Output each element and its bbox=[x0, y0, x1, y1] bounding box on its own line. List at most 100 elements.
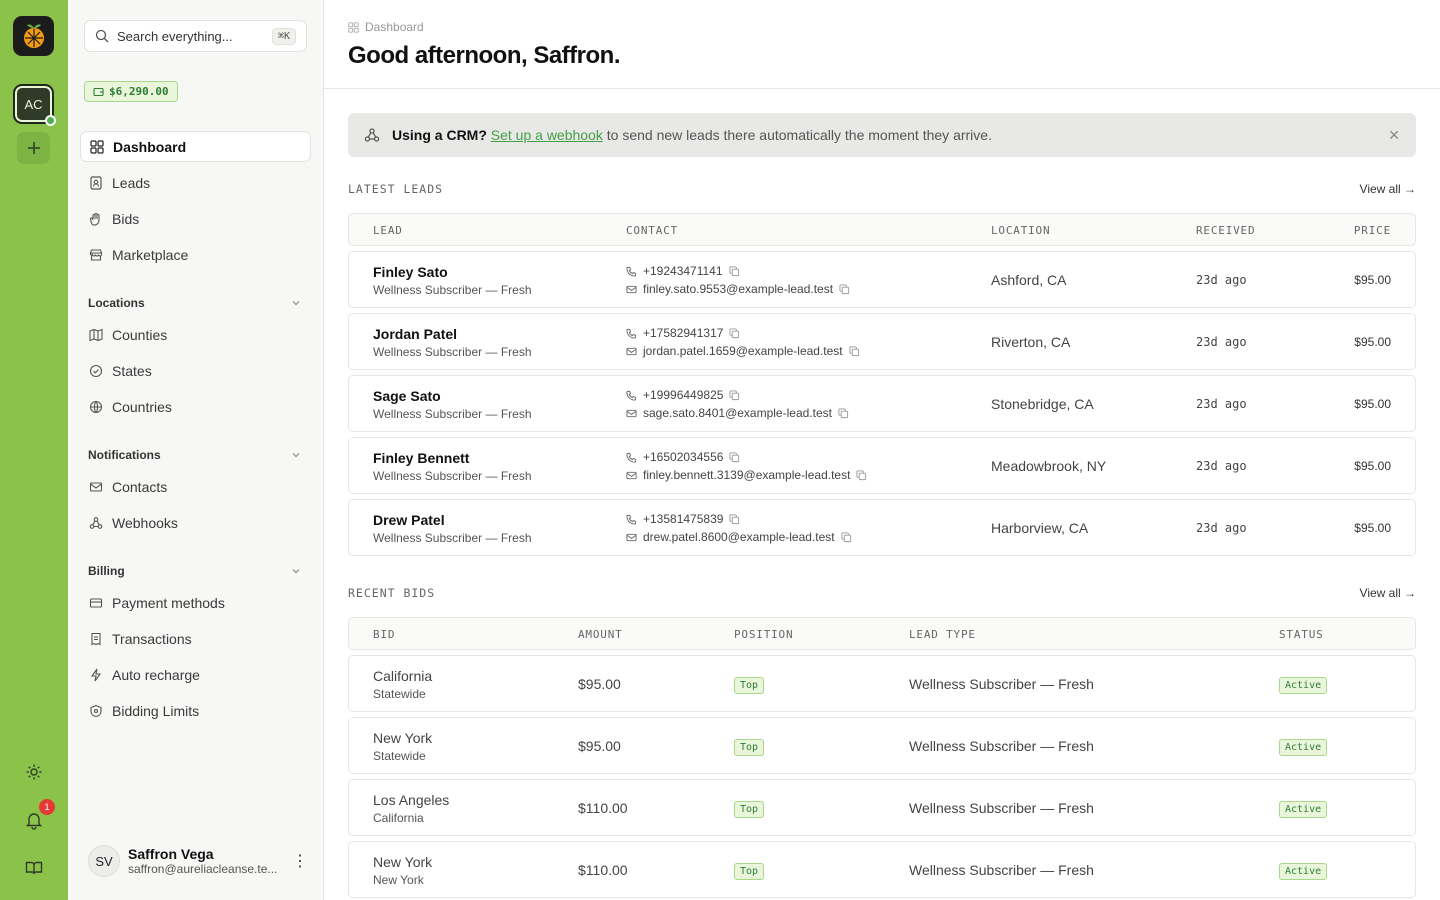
mail-icon bbox=[626, 533, 637, 541]
nav-contacts[interactable]: Contacts bbox=[80, 471, 311, 502]
column-header[interactable]: LEAD bbox=[373, 224, 403, 237]
lead-name[interactable]: Jordan Patel bbox=[373, 326, 532, 342]
docs-button[interactable] bbox=[22, 856, 46, 880]
mail-icon bbox=[626, 409, 637, 417]
column-header[interactable]: PRICE bbox=[1354, 224, 1391, 237]
column-header[interactable]: POSITION bbox=[734, 628, 793, 641]
lead-phone[interactable]: +19243471141 bbox=[643, 264, 723, 278]
copy-icon[interactable] bbox=[729, 327, 740, 339]
search-icon bbox=[95, 29, 109, 43]
bid-name[interactable]: New York bbox=[373, 730, 432, 746]
lead-name[interactable]: Finley Bennett bbox=[373, 450, 532, 466]
column-header[interactable]: CONTACT bbox=[626, 224, 678, 237]
nav-countries[interactable]: Countries bbox=[80, 391, 311, 422]
copy-icon[interactable] bbox=[849, 345, 860, 357]
search-input[interactable]: Search everything... bbox=[117, 29, 233, 44]
nav-bids[interactable]: Bids bbox=[80, 203, 311, 234]
column-header[interactable]: AMOUNT bbox=[578, 628, 623, 641]
bid-name[interactable]: New York bbox=[373, 854, 432, 870]
breadcrumb-item[interactable]: Dashboard bbox=[365, 20, 424, 34]
copy-icon[interactable] bbox=[841, 531, 852, 543]
lead-email[interactable]: finley.sato.9553@example-lead.test bbox=[643, 282, 833, 296]
recent-bids-title: RECENT BIDS bbox=[348, 586, 436, 600]
table-row[interactable]: Finley Bennett Wellness Subscriber — Fre… bbox=[348, 437, 1416, 494]
table-row[interactable]: California Statewide $95.00 Top Wellness… bbox=[348, 655, 1416, 712]
section-locations-toggle[interactable]: Locations bbox=[88, 296, 302, 310]
contact-cell: +19996449825 sage.sato.8401@example-lead… bbox=[626, 386, 849, 422]
page-header: Dashboard Good afternoon, Saffron. bbox=[324, 0, 1440, 89]
bid-scope: Statewide bbox=[373, 687, 426, 701]
lead-phone[interactable]: +17582941317 bbox=[643, 326, 723, 340]
copy-icon[interactable] bbox=[729, 513, 740, 525]
copy-icon[interactable] bbox=[856, 469, 867, 481]
lead-phone[interactable]: +19996449825 bbox=[643, 388, 723, 402]
close-icon[interactable]: ✕ bbox=[1388, 127, 1400, 144]
nav-auto-recharge[interactable]: Auto recharge bbox=[80, 659, 311, 690]
column-header[interactable]: BID bbox=[373, 628, 395, 641]
copy-icon[interactable] bbox=[838, 407, 849, 419]
section-notifications-toggle[interactable]: Notifications bbox=[88, 448, 302, 462]
more-options-icon[interactable]: ⋮ bbox=[292, 851, 308, 871]
status-badge: Active bbox=[1279, 801, 1328, 818]
copy-icon[interactable] bbox=[839, 283, 850, 295]
bid-name[interactable]: Los Angeles bbox=[373, 792, 449, 808]
lead-cell: Drew Patel Wellness Subscriber — Fresh bbox=[373, 512, 532, 545]
webhook-icon bbox=[89, 516, 103, 529]
contact-cell: +19243471141 finley.sato.9553@example-le… bbox=[626, 262, 850, 298]
table-row[interactable]: Sage Sato Wellness Subscriber — Fresh +1… bbox=[348, 375, 1416, 432]
copy-icon[interactable] bbox=[728, 265, 740, 277]
nav-marketplace[interactable]: Marketplace bbox=[80, 239, 311, 270]
nav-transactions[interactable]: Transactions bbox=[80, 623, 311, 654]
add-workspace-button[interactable] bbox=[17, 132, 50, 164]
table-row[interactable]: Jordan Patel Wellness Subscriber — Fresh… bbox=[348, 313, 1416, 370]
receipt-icon bbox=[91, 632, 101, 645]
nav-leads[interactable]: Leads bbox=[80, 167, 311, 198]
table-row[interactable]: New York Statewide $95.00 Top Wellness S… bbox=[348, 717, 1416, 774]
lead-phone[interactable]: +13581475839 bbox=[643, 512, 723, 526]
bid-scope: New York bbox=[373, 873, 424, 887]
lead-cell: Sage Sato Wellness Subscriber — Fresh bbox=[373, 388, 532, 421]
lead-location: Harborview, CA bbox=[991, 520, 1089, 536]
lead-email[interactable]: drew.patel.8600@example-lead.test bbox=[643, 530, 835, 544]
setup-webhook-link[interactable]: Set up a webhook bbox=[491, 127, 603, 143]
lead-email[interactable]: jordan.patel.1659@example-lead.test bbox=[643, 344, 843, 358]
phone-icon bbox=[626, 390, 637, 401]
search-bar[interactable]: Search everything... ⌘K bbox=[84, 20, 307, 52]
bid-scope: Statewide bbox=[373, 749, 426, 763]
table-row[interactable]: Los Angeles California $110.00 Top Welln… bbox=[348, 779, 1416, 836]
lead-name[interactable]: Drew Patel bbox=[373, 512, 532, 528]
leads-view-all-link[interactable]: View all → bbox=[1360, 182, 1416, 196]
user-profile[interactable]: SV Saffron Vega saffron@aureliacleanse.t… bbox=[88, 843, 308, 879]
nav-dashboard[interactable]: Dashboard bbox=[80, 131, 311, 162]
balance-badge[interactable]: $6,290.00 bbox=[84, 81, 178, 102]
lead-name[interactable]: Sage Sato bbox=[373, 388, 532, 404]
nav-bidding-limits-label: Bidding Limits bbox=[112, 702, 200, 719]
nav-auto-recharge-label: Auto recharge bbox=[112, 666, 200, 683]
column-header[interactable]: RECEIVED bbox=[1196, 224, 1255, 237]
lead-email[interactable]: sage.sato.8401@example-lead.test bbox=[643, 406, 832, 420]
nav-webhooks[interactable]: Webhooks bbox=[80, 507, 311, 538]
lead-phone[interactable]: +16502034556 bbox=[643, 450, 723, 464]
column-header[interactable]: LOCATION bbox=[991, 224, 1050, 237]
table-row[interactable]: New York New York $110.00 Top Wellness S… bbox=[348, 841, 1416, 898]
column-header[interactable]: LEAD TYPE bbox=[909, 628, 976, 641]
app-logo[interactable] bbox=[13, 16, 54, 56]
bid-name[interactable]: California bbox=[373, 668, 432, 684]
nav-bidding-limits[interactable]: Bidding Limits bbox=[80, 695, 311, 726]
lead-email[interactable]: finley.bennett.3139@example-lead.test bbox=[643, 468, 850, 482]
nav-payment-methods[interactable]: Payment methods bbox=[80, 587, 311, 618]
section-billing-toggle[interactable]: Billing bbox=[88, 564, 302, 578]
lead-cell: Finley Sato Wellness Subscriber — Fresh bbox=[373, 264, 532, 297]
lead-name[interactable]: Finley Sato bbox=[373, 264, 532, 280]
settings-button[interactable] bbox=[22, 760, 46, 784]
bids-view-all-link[interactable]: View all → bbox=[1360, 586, 1416, 600]
workspace-initials: AC bbox=[24, 96, 43, 112]
copy-icon[interactable] bbox=[729, 389, 740, 401]
column-header[interactable]: STATUS bbox=[1279, 628, 1324, 641]
table-row[interactable]: Drew Patel Wellness Subscriber — Fresh +… bbox=[348, 499, 1416, 556]
nav-states[interactable]: States bbox=[80, 355, 311, 386]
table-row[interactable]: Finley Sato Wellness Subscriber — Fresh … bbox=[348, 251, 1416, 308]
copy-icon[interactable] bbox=[729, 451, 740, 463]
workspace-switcher[interactable]: AC bbox=[13, 84, 56, 126]
nav-counties[interactable]: Counties bbox=[80, 319, 311, 350]
